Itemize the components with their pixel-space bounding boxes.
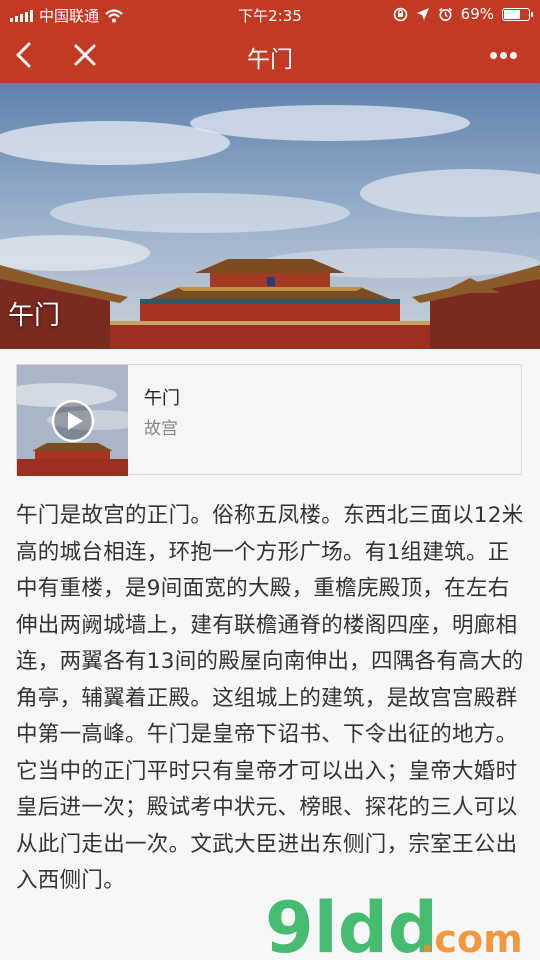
battery-percent: 69% — [460, 5, 494, 23]
hero-image: 午门 — [0, 83, 540, 349]
page-title: 午门 — [247, 47, 293, 73]
watermark-logo: 9ldd .com — [265, 887, 523, 960]
nav-bar: 午门 — [0, 28, 540, 83]
orientation-lock-icon — [393, 7, 407, 21]
audio-thumbnail — [17, 365, 128, 476]
audio-guide-card[interactable]: 午门 故宫 — [16, 364, 522, 476]
article-text: 午门是故宫的正门。俗称五凤楼。东西北三面以12米高的城台相连，环抱一个方形广场。… — [16, 503, 524, 893]
hero-caption: 午门 — [8, 301, 61, 331]
more-options-icon[interactable] — [490, 42, 524, 68]
watermark-brand: 9ldd — [265, 887, 438, 960]
location-icon — [416, 8, 429, 20]
battery-icon — [502, 7, 533, 21]
watermark-suffix: .com — [420, 917, 523, 960]
alarm-icon — [438, 7, 452, 21]
audio-subtitle: 故宫 — [144, 419, 178, 439]
audio-title: 午门 — [144, 388, 180, 409]
status-bar: 中国联通 下午2:35 69% — [0, 0, 540, 28]
play-icon[interactable] — [51, 399, 95, 443]
